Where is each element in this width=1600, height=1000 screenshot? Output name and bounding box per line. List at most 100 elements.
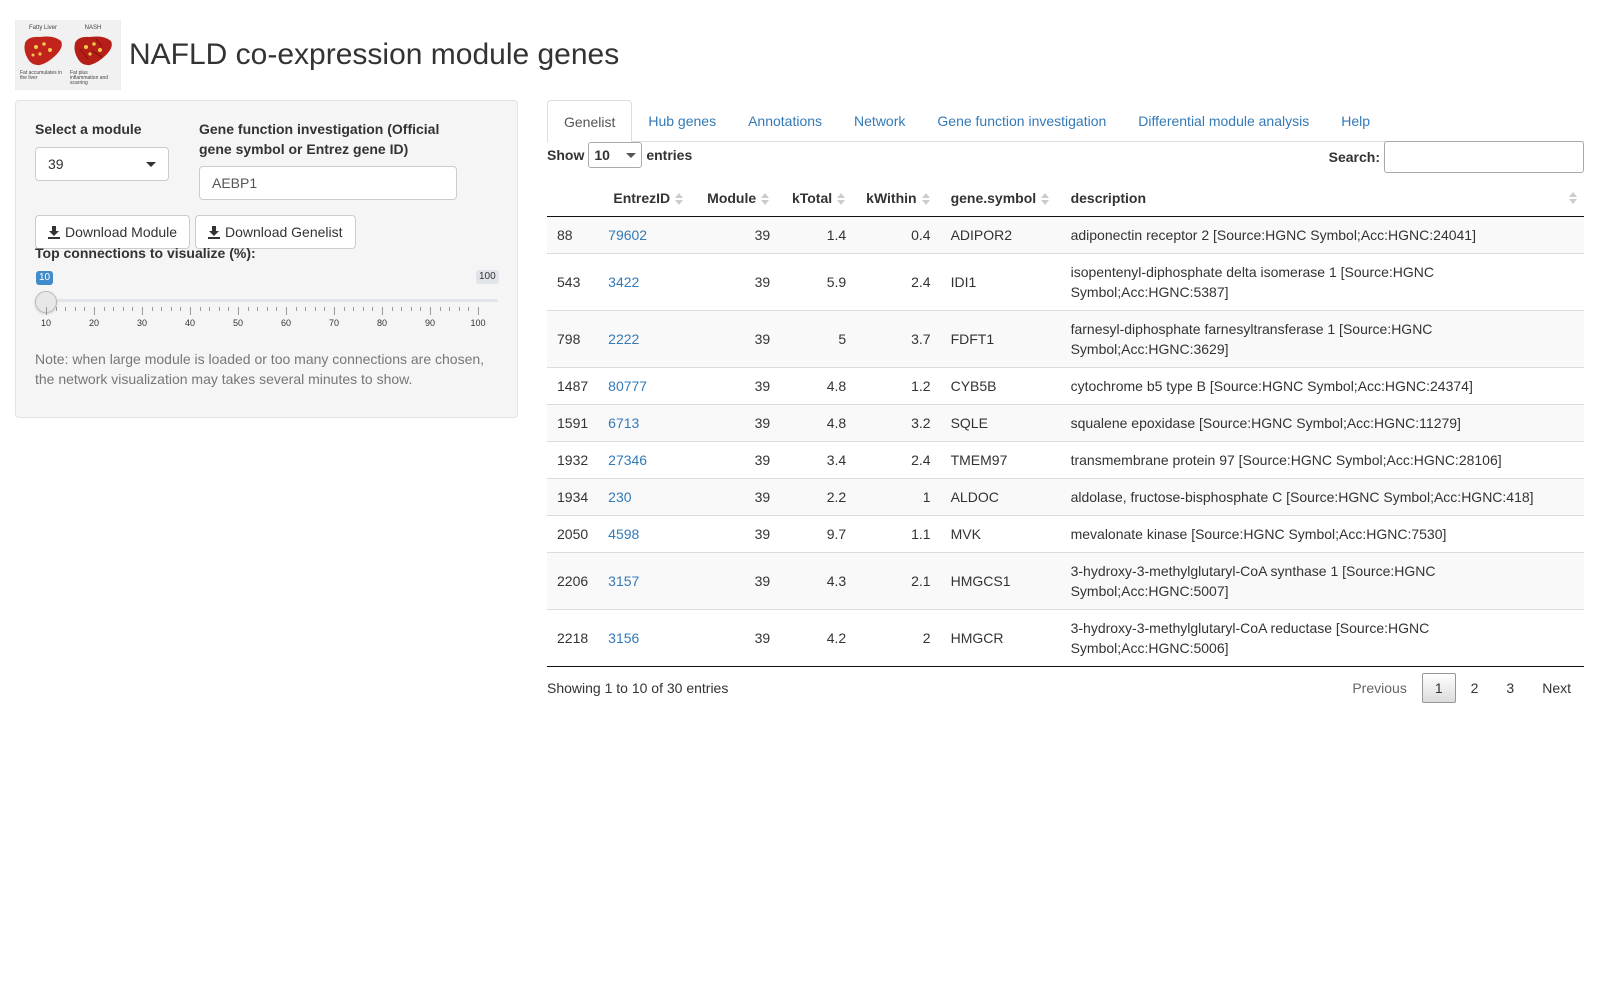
- connections-slider-track[interactable]: [46, 299, 498, 302]
- slider-minor-tick: [362, 307, 364, 311]
- cell-module: 39: [694, 403, 781, 441]
- page-title: NAFLD co-expression module genes: [129, 38, 620, 71]
- slider-minor-tick: [372, 307, 374, 311]
- slider-minor-tick: [439, 307, 441, 311]
- slider-minor-tick: [401, 307, 403, 311]
- chevron-down-icon: [626, 152, 637, 158]
- slider-minor-tick: [353, 307, 355, 311]
- cell-kwithin: 3.2: [856, 403, 941, 441]
- cell-ktotal: 4.8: [780, 366, 857, 404]
- genelist-table: EntrezID Module kTotal kWithin gene.symbol de…: [547, 180, 1584, 667]
- cell-index: 543: [547, 252, 599, 310]
- cell-gene-symbol: ADIPOR2: [940, 216, 1061, 253]
- cell-module: 39: [694, 216, 781, 253]
- cell-kwithin: 2.1: [856, 551, 941, 609]
- cell-kwithin: 1.1: [856, 514, 941, 552]
- cell-entrez-id[interactable]: 3157: [598, 551, 695, 609]
- sort-icon: [760, 193, 770, 206]
- cell-kwithin: 3.7: [856, 309, 941, 367]
- cell-ktotal: 5: [780, 309, 857, 367]
- cell-entrez-id[interactable]: 80777: [598, 366, 695, 404]
- cell-index: 2206: [547, 551, 599, 609]
- slider-tick-label: 50: [232, 318, 244, 328]
- tab-differential-module-analysis[interactable]: Differential module analysis: [1122, 100, 1325, 142]
- cell-index: 2218: [547, 608, 599, 667]
- cell-gene-symbol: TMEM97: [940, 440, 1061, 478]
- slider-minor-tick: [84, 307, 86, 311]
- table-header-row: EntrezID Module kTotal kWithin gene.symbol de…: [547, 180, 1584, 217]
- cell-index: 1932: [547, 440, 599, 478]
- cell-index: 1591: [547, 403, 599, 441]
- network-note: Note: when large module is loaded or too…: [35, 351, 485, 387]
- cell-gene-symbol: HMGCS1: [940, 551, 1061, 609]
- slider-tick-label: 40: [184, 318, 196, 328]
- table-search: Search:: [1329, 141, 1584, 173]
- slider-max-badge: 100: [476, 270, 499, 284]
- column-header-ktotal[interactable]: kTotal: [780, 180, 857, 217]
- cell-index: 1487: [547, 366, 599, 404]
- sidebar-panel: Select a module 39 Gene function investi…: [15, 100, 518, 418]
- sort-icon: [921, 193, 931, 206]
- column-header-module[interactable]: Module: [694, 180, 781, 217]
- slider-minor-tick: [170, 307, 172, 311]
- cell-description: transmembrane protein 97 [Source:HGNC Sy…: [1060, 440, 1584, 478]
- tab-hub-genes[interactable]: Hub genes: [632, 100, 732, 142]
- tab-help[interactable]: Help: [1325, 100, 1386, 142]
- slider-minor-tick: [209, 307, 211, 311]
- slider-minor-tick: [65, 307, 67, 311]
- cell-description: isopentenyl-diphosphate delta isomerase …: [1060, 252, 1584, 310]
- search-input[interactable]: [1384, 141, 1584, 173]
- slider-minor-tick: [324, 307, 326, 311]
- cell-description: farnesyl-diphosphate farnesyltransferase…: [1060, 309, 1584, 367]
- app-header: Fatty Liver Fat accumulates in the liver…: [15, 20, 619, 90]
- slider-minor-tick: [295, 307, 297, 311]
- cell-ktotal: 4.8: [780, 403, 857, 441]
- cell-index: 2050: [547, 514, 599, 552]
- tab-annotations[interactable]: Annotations: [732, 100, 838, 142]
- previous-button[interactable]: Previous: [1339, 673, 1419, 703]
- module-select[interactable]: 39: [35, 147, 169, 181]
- table-info: Showing 1 to 10 of 30 entries: [547, 680, 729, 696]
- page-3-button[interactable]: 3: [1493, 673, 1527, 703]
- cell-module: 39: [694, 440, 781, 478]
- table-row: 1932 27346 39 3.4 2.4 TMEM97 transmembrane pro…: [547, 440, 1584, 478]
- table-row: 1591 6713 39 4.8 3.2 SQLE squalene epoxidase […: [547, 403, 1584, 441]
- page-1-button[interactable]: 1: [1421, 673, 1456, 703]
- next-button[interactable]: Next: [1529, 673, 1584, 703]
- cell-entrez-id[interactable]: 6713: [598, 403, 695, 441]
- module-select-value: 39: [48, 156, 64, 172]
- cell-gene-symbol: SQLE: [940, 403, 1061, 441]
- cell-entrez-id[interactable]: 2222: [598, 309, 695, 367]
- cell-entrez-id[interactable]: 27346: [598, 440, 695, 478]
- column-header-kwithin[interactable]: kWithin: [856, 180, 941, 217]
- page-length-select[interactable]: 10: [588, 142, 643, 168]
- cell-entrez-id[interactable]: 3422: [598, 252, 695, 310]
- slider-major-tick: [334, 307, 335, 315]
- column-header-gene-symbol[interactable]: gene.symbol: [940, 180, 1061, 217]
- cell-entrez-id[interactable]: 230: [598, 477, 695, 515]
- column-header-description[interactable]: description: [1060, 180, 1584, 217]
- slider-major-tick: [46, 307, 47, 315]
- main-tabs: Genelist Hub genes Annotations Network Gene …: [547, 100, 1584, 143]
- liver-icon: [74, 36, 112, 66]
- gene-input[interactable]: [199, 166, 457, 200]
- slider-minor-tick: [276, 307, 278, 311]
- tab-network[interactable]: Network: [838, 100, 921, 142]
- sort-icon: [836, 193, 846, 206]
- tab-gene-function-investigation[interactable]: Gene function investigation: [921, 100, 1122, 142]
- page-2-button[interactable]: 2: [1458, 673, 1492, 703]
- tab-genelist[interactable]: Genelist: [547, 100, 633, 143]
- cell-entrez-id[interactable]: 4598: [598, 514, 695, 552]
- column-header-entrezid[interactable]: EntrezID: [598, 180, 695, 217]
- slider-tick-label: 80: [376, 318, 388, 328]
- cell-entrez-id[interactable]: 79602: [598, 216, 695, 253]
- slider-tick-label: 70: [328, 318, 340, 328]
- cell-ktotal: 4.3: [780, 551, 857, 609]
- cell-module: 39: [694, 608, 781, 667]
- slider-tick-label: 100: [470, 318, 486, 328]
- cell-entrez-id[interactable]: 3156: [598, 608, 695, 667]
- cell-description: 3-hydroxy-3-methylglutaryl-CoA synthase …: [1060, 551, 1584, 609]
- logo-nash: NASH Fat plus inflammation and scarring: [70, 23, 116, 87]
- cell-module: 39: [694, 551, 781, 609]
- table-row: 798 2222 39 5 3.7 FDFT1 farnesyl-diphosphate f…: [547, 309, 1584, 367]
